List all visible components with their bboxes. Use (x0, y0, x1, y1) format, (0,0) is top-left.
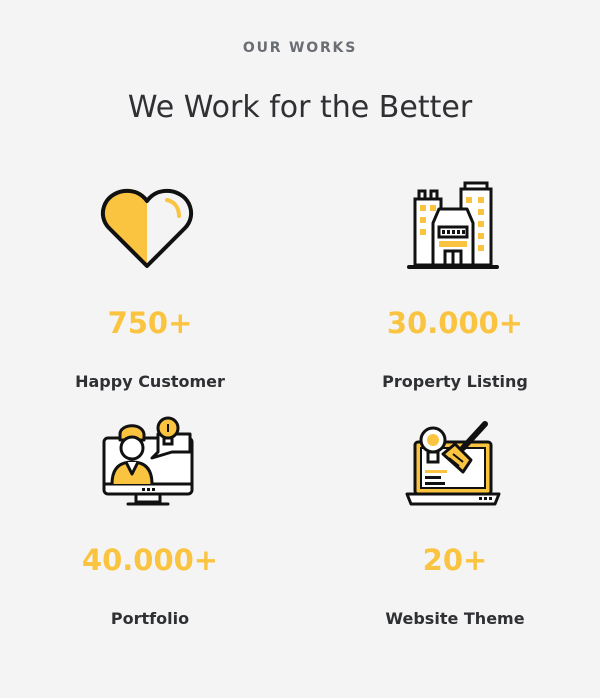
laptop-design-icon (403, 412, 503, 512)
stat-value: 30.000+ (386, 306, 524, 340)
stat-label: Happy Customer (75, 372, 225, 391)
stat-value: 20+ (422, 543, 488, 577)
section-title: We Work for the Better (127, 90, 473, 125)
stat-label: Property Listing (382, 372, 528, 391)
stat-label: Website Theme (385, 609, 525, 628)
buildings-icon (403, 175, 503, 275)
presenter-monitor-icon (98, 412, 198, 512)
stat-value: 40.000+ (81, 543, 219, 577)
stat-label: Portfolio (110, 609, 190, 628)
section-eyebrow: OUR WORKS (242, 40, 358, 56)
our-works-section: OUR WORKS We Work for the Better 750+ Ha… (0, 0, 600, 698)
stat-value: 750+ (107, 306, 193, 340)
heart-icon (97, 180, 197, 280)
